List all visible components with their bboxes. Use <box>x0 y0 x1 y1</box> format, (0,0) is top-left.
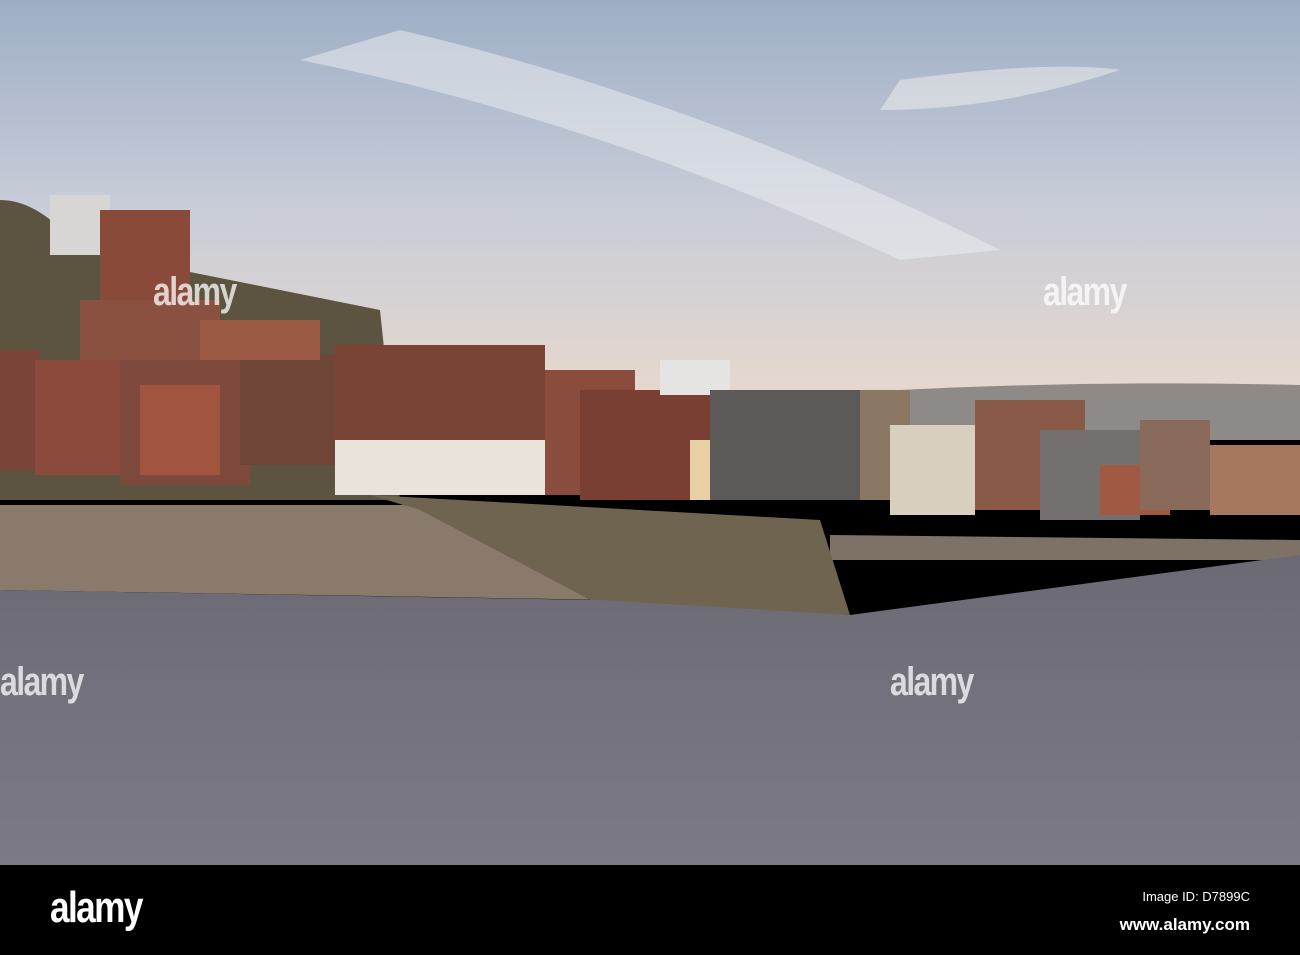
house <box>240 355 340 465</box>
alamy-logo: alamy <box>50 883 143 932</box>
watermark: alamy <box>0 660 84 704</box>
house <box>335 440 545 495</box>
watermark: alamy <box>890 660 974 704</box>
house <box>1210 445 1300 515</box>
house <box>710 390 870 500</box>
house <box>140 385 220 475</box>
house <box>660 360 730 395</box>
far-beach <box>830 535 1300 560</box>
house <box>890 425 975 515</box>
website-link: www.alamy.com <box>1119 915 1250 934</box>
house <box>0 350 40 470</box>
house <box>35 360 120 475</box>
house <box>1140 420 1210 510</box>
watermark: alamy <box>1043 270 1127 314</box>
footer-bar: alamy Image ID: D7899C www.alamy.com <box>0 865 1300 955</box>
house <box>200 320 320 360</box>
image-id: Image ID: D7899C <box>1142 889 1250 904</box>
watermark: alamy <box>153 270 237 314</box>
harbour-photo <box>0 0 1300 865</box>
